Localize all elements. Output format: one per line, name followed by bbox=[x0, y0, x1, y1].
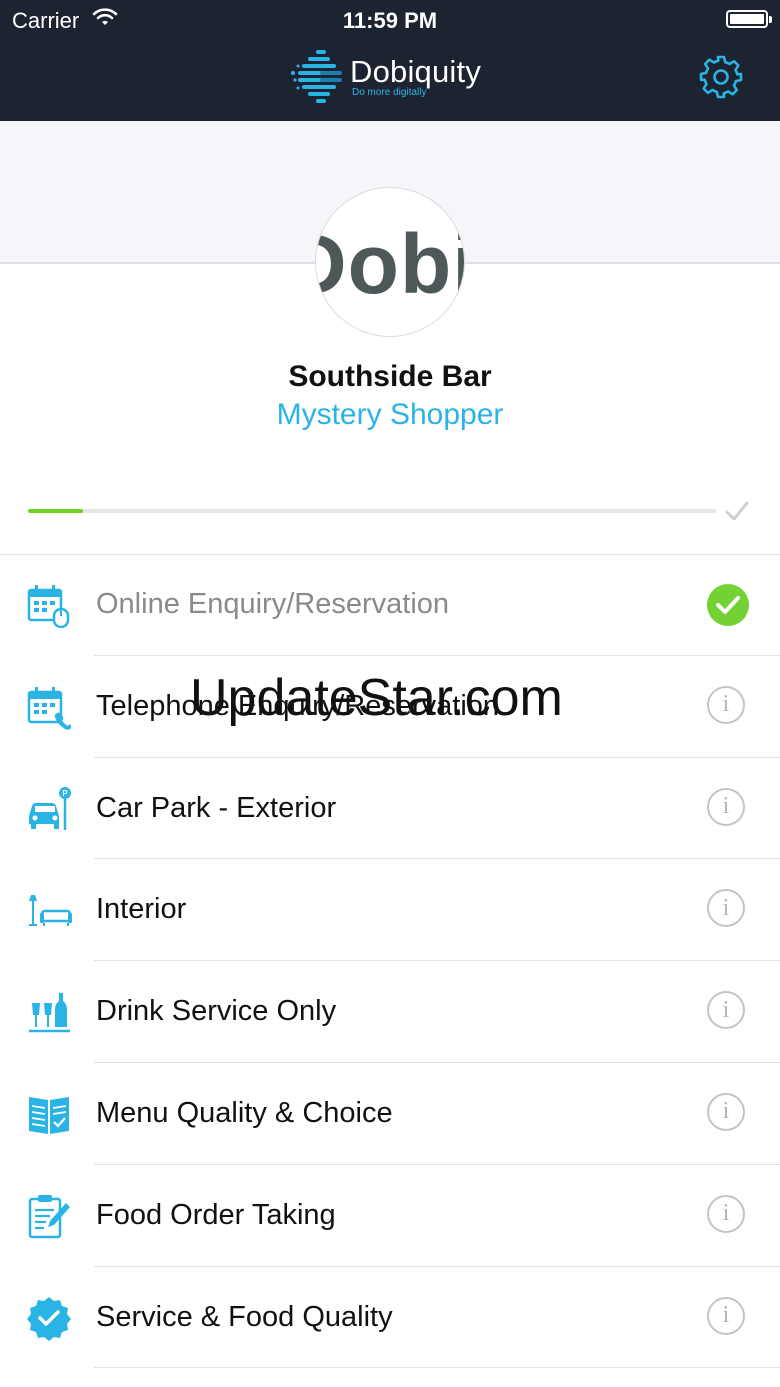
info-icon[interactable]: i bbox=[707, 685, 745, 724]
info-icon[interactable]: i bbox=[707, 991, 745, 1030]
list-item-label: Telephone Enquiry/Reservation bbox=[96, 689, 500, 722]
status-complete bbox=[707, 584, 749, 626]
info-icon[interactable]: i bbox=[707, 1296, 745, 1335]
info-button[interactable]: i bbox=[707, 1092, 749, 1135]
notepad-pen-icon bbox=[28, 1194, 70, 1239]
venue-logo-avatar: Dobi bbox=[315, 187, 465, 337]
badge-check-icon bbox=[27, 1296, 71, 1341]
info-button[interactable]: i bbox=[707, 787, 749, 830]
info-button[interactable]: i bbox=[707, 991, 749, 1033]
info-button[interactable]: i bbox=[707, 685, 749, 728]
checkmark-circle-icon bbox=[707, 584, 749, 626]
section-list: Online Enquiry/Reservation Telephone Enq… bbox=[0, 554, 780, 1369]
list-item-label: Food Order Taking bbox=[96, 1198, 336, 1231]
glasses-bottle-icon bbox=[29, 993, 70, 1033]
venue-logo-text: Dobi bbox=[316, 217, 464, 311]
progress-bar bbox=[28, 509, 716, 513]
info-button[interactable]: i bbox=[707, 1194, 749, 1237]
info-icon[interactable]: i bbox=[707, 889, 745, 928]
list-item[interactable]: Telephone Enquiry/Reservation i bbox=[0, 656, 780, 758]
navigation-bar: Carrier 11:59 PM Dobiquity Do more digit… bbox=[0, 0, 780, 121]
status-bar: Carrier 11:59 PM bbox=[0, 0, 780, 40]
calendar-phone-icon bbox=[27, 686, 71, 730]
list-item[interactable]: Menu Quality & Choice i bbox=[0, 1063, 780, 1165]
list-item-label: Online Enquiry/Reservation bbox=[96, 588, 450, 620]
list-item[interactable]: Online Enquiry/Reservation bbox=[0, 554, 780, 656]
brand-tagline: Do more digitally bbox=[352, 87, 427, 98]
list-item-label: Service & Food Quality bbox=[96, 1300, 393, 1333]
list-item-label: Car Park - Exterior bbox=[96, 791, 337, 824]
venue-name: Southside Bar bbox=[288, 360, 492, 393]
gear-icon[interactable] bbox=[698, 54, 744, 100]
list-item-label: Interior bbox=[96, 893, 187, 926]
list-item[interactable]: Drink Service Only i bbox=[0, 961, 780, 1063]
progress-bar-fill bbox=[28, 509, 84, 513]
info-icon[interactable]: i bbox=[707, 1194, 745, 1233]
info-button[interactable]: i bbox=[707, 1296, 749, 1339]
svg-text:P: P bbox=[62, 789, 68, 798]
calendar-mouse-icon bbox=[27, 585, 70, 628]
clock: 11:59 PM bbox=[342, 8, 438, 33]
list-item[interactable]: Food Order Taking i bbox=[0, 1165, 780, 1267]
checkmark-icon bbox=[725, 501, 749, 521]
list-item-label: Menu Quality & Choice bbox=[96, 1096, 393, 1129]
brand-logo: Dobiquity Do more digitally bbox=[290, 48, 500, 110]
survey-name: Mystery Shopper bbox=[276, 398, 504, 431]
list-item[interactable]: P Car Park - Exterior i bbox=[0, 758, 780, 860]
info-icon[interactable]: i bbox=[707, 787, 745, 826]
info-button[interactable]: i bbox=[707, 889, 749, 931]
brand-name: Dobiquity bbox=[350, 54, 482, 89]
list-item[interactable]: Service & Food Quality i bbox=[0, 1267, 780, 1369]
menu-book-icon bbox=[29, 1096, 69, 1134]
info-icon[interactable]: i bbox=[707, 1092, 745, 1131]
list-item[interactable]: Interior i bbox=[0, 859, 780, 961]
lamp-sofa-icon bbox=[29, 895, 72, 927]
car-parking-icon: P bbox=[29, 786, 71, 830]
battery-icon bbox=[726, 10, 772, 28]
dobiquity-logo-icon bbox=[291, 50, 342, 103]
list-item-label: Drink Service Only bbox=[96, 995, 337, 1028]
